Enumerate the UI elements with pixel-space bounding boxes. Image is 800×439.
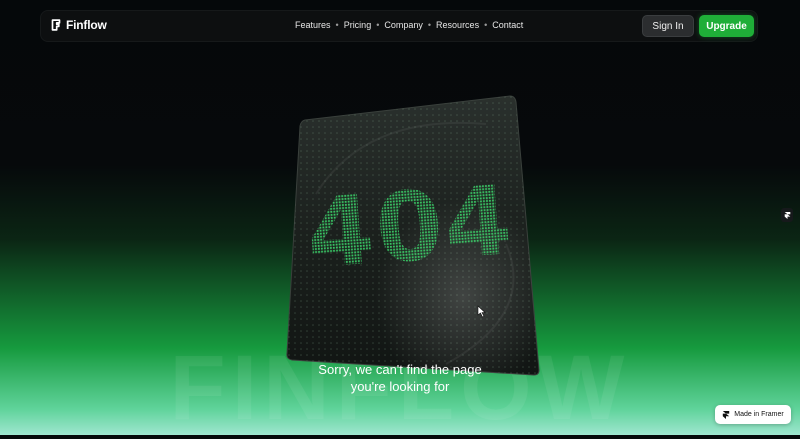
upgrade-button[interactable]: Upgrade xyxy=(699,15,754,37)
error-code: 404 xyxy=(303,164,517,290)
nav-resources[interactable]: Resources xyxy=(436,20,479,30)
brand-name: Finflow xyxy=(66,18,107,32)
nav-separator: • xyxy=(427,20,432,30)
brand-logo[interactable]: Finflow xyxy=(49,18,107,32)
made-in-framer-label: Made in Framer xyxy=(734,411,784,418)
nav-separator: • xyxy=(376,20,380,30)
nav-contact[interactable]: Contact xyxy=(492,20,523,30)
framer-icon xyxy=(723,410,730,419)
nav-pricing[interactable]: Pricing xyxy=(344,20,372,30)
framer-icon xyxy=(784,211,790,219)
nav-features[interactable]: Features xyxy=(295,20,331,30)
nav-company[interactable]: Company xyxy=(384,20,423,30)
error-message: Sorry, we can't find the page you're loo… xyxy=(250,361,550,395)
error-card: 404 xyxy=(286,94,540,376)
nav-separator: • xyxy=(484,20,488,30)
error-message-line-1: Sorry, we can't find the page xyxy=(318,362,482,377)
framer-side-tab[interactable] xyxy=(781,208,793,222)
made-in-framer-badge[interactable]: Made in Framer xyxy=(715,405,791,424)
error-card-graphic: 404 xyxy=(286,95,540,376)
nav-separator: • xyxy=(335,20,339,30)
main-nav: Features • Pricing • Company • Resources… xyxy=(295,20,523,30)
top-navbar: Finflow Features • Pricing • Company • R… xyxy=(40,10,758,42)
error-message-line-2: you're looking for xyxy=(350,379,450,394)
sign-in-button[interactable]: Sign In xyxy=(642,15,694,37)
finflow-logo-icon xyxy=(51,19,61,31)
